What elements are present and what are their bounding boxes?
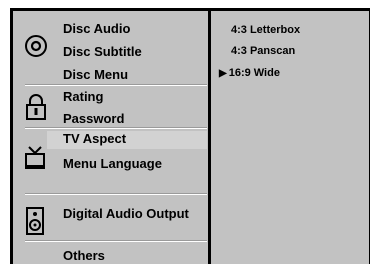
group-divider: [25, 240, 207, 242]
group-divider: [25, 193, 207, 195]
option-4-3-letterbox[interactable]: 4:3 Letterbox: [231, 24, 300, 37]
selected-arrow-icon: ▶: [219, 68, 227, 79]
menu-item-password[interactable]: Password: [63, 111, 124, 126]
option-4-3-panscan[interactable]: 4:3 Panscan: [231, 45, 295, 58]
menu-item-disc-audio[interactable]: Disc Audio: [63, 21, 130, 36]
option-label: 16:9 Wide: [228, 67, 280, 79]
group-divider: [25, 84, 207, 86]
menu-item-rating[interactable]: Rating: [63, 89, 103, 104]
menu-item-others[interactable]: Others: [63, 248, 105, 263]
menu-item-tv-aspect[interactable]: TV Aspect: [47, 131, 207, 149]
tv-icon: [25, 146, 45, 169]
option-16-9-wide[interactable]: ▶ 16:9 Wide: [219, 67, 280, 80]
menu-item-disc-menu[interactable]: Disc Menu: [63, 67, 128, 82]
lock-icon: [26, 94, 46, 120]
menu-item-menu-language[interactable]: Menu Language: [63, 156, 162, 171]
menu-item-digital-audio-output[interactable]: Digital Audio Output: [63, 206, 189, 221]
menu-item-disc-subtitle[interactable]: Disc Subtitle: [63, 44, 142, 59]
speaker-icon: [26, 207, 44, 235]
group-divider: [25, 127, 207, 129]
disc-icon: [25, 35, 47, 57]
